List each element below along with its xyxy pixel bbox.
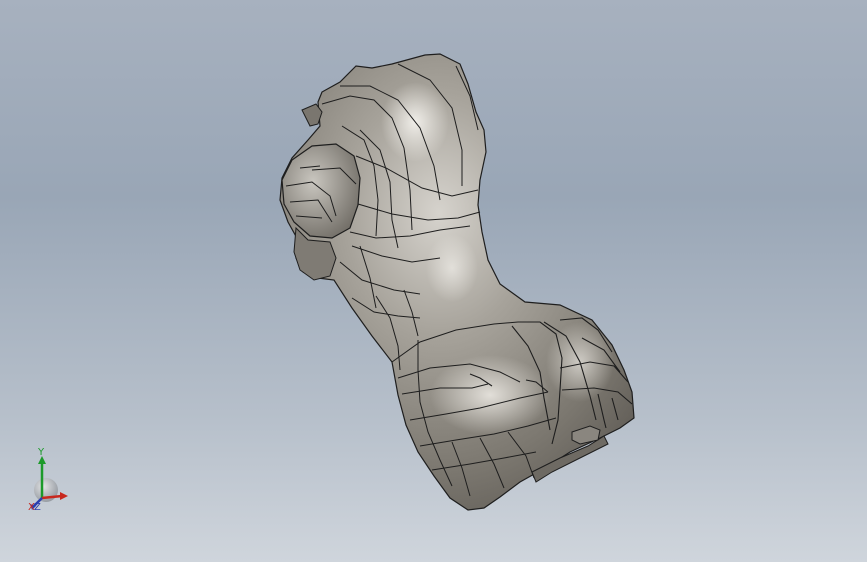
graphics-viewport[interactable]: Y X Z (0, 0, 867, 562)
neck-cap (301, 103, 323, 127)
3d-model-torso[interactable] (0, 0, 867, 562)
y-axis-label: Y (38, 447, 45, 458)
z-axis-label: Z (34, 502, 41, 513)
